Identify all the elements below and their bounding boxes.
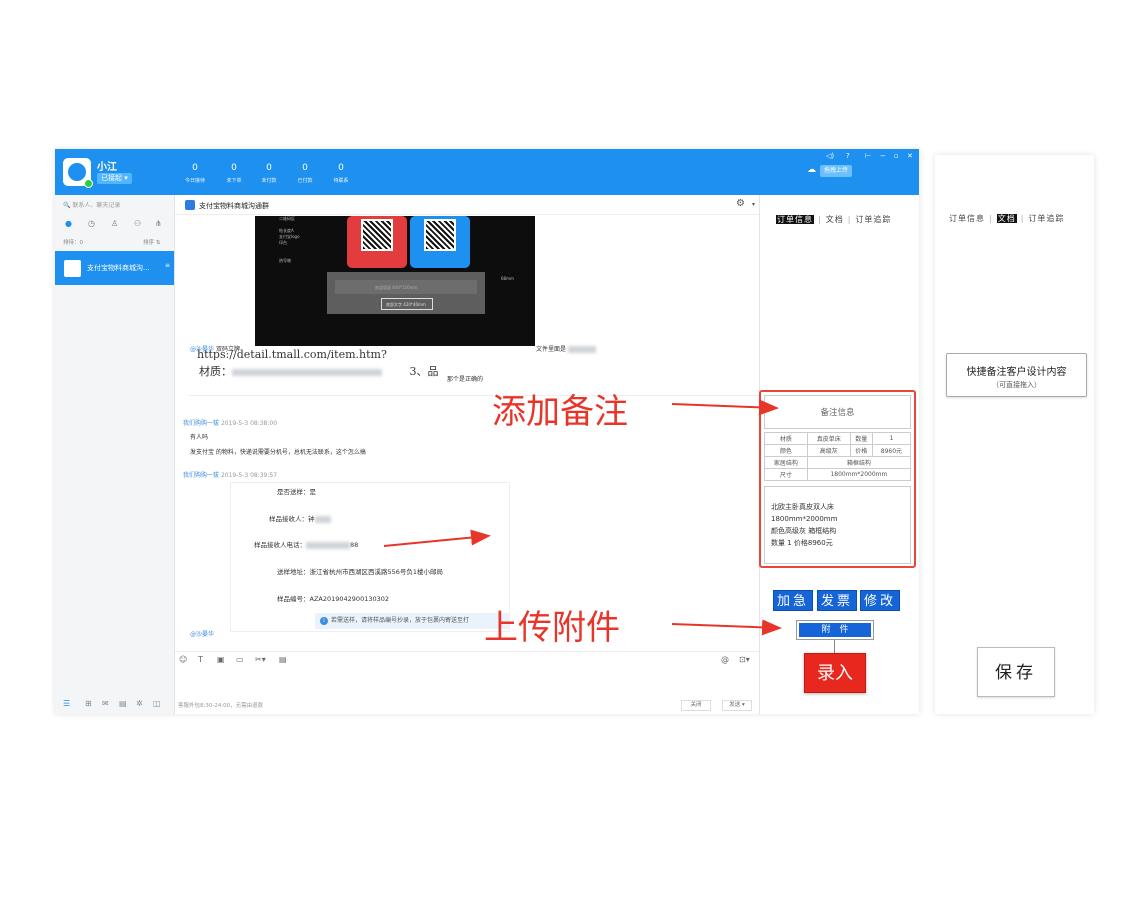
annotation-arrows bbox=[383, 399, 782, 636]
arrow-to-phone bbox=[383, 529, 491, 547]
arrow-to-attach bbox=[671, 619, 782, 636]
arrow-to-note bbox=[671, 399, 779, 416]
